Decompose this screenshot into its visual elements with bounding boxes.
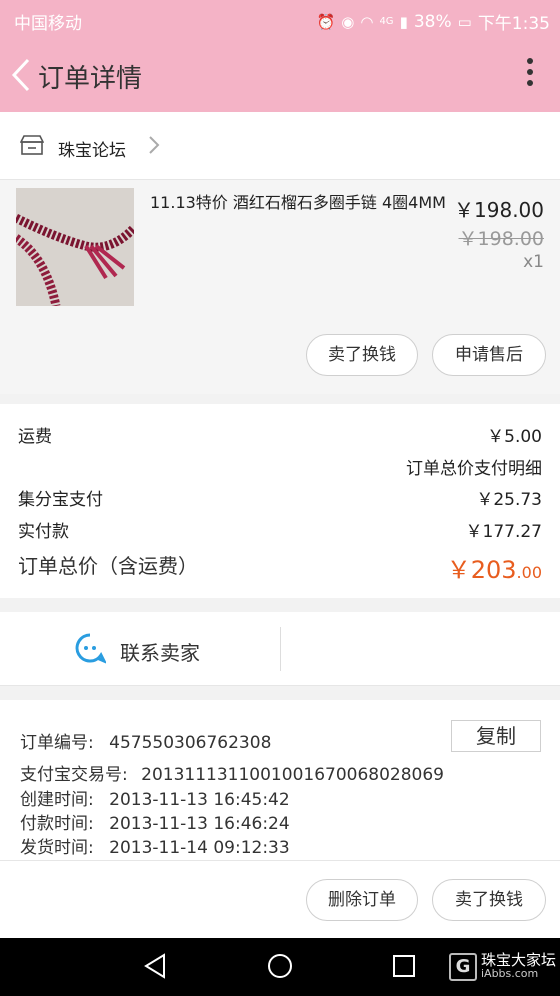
watermark-sub: iAbbs.com xyxy=(480,967,539,980)
alipay-label: 支付宝交易号: xyxy=(20,765,128,785)
alarm-icon: ⏰ xyxy=(316,12,336,31)
order-item[interactable]: 11.13特价 酒红石榴石多圈手链 4圈4MM ￥198.00 ￥198.00 … xyxy=(0,180,560,394)
original-price: ￥198.00 xyxy=(458,228,544,250)
status-bar: 中国移动 ⏰ ◉ ◠ 4G ▮ 38% ▭ 下午1:35 xyxy=(0,0,560,38)
payment-detail-link[interactable]: 订单总价支付明细 xyxy=(406,454,542,479)
network-type: 4G xyxy=(379,15,394,27)
alipay-number: 2013111311001001670068028069 xyxy=(141,765,444,785)
order-info: 订单编号: 457550306762308 复制 支付宝交易号: 2013111… xyxy=(0,700,560,860)
order-number-row: 订单编号: 457550306762308 xyxy=(20,728,271,753)
created-label: 创建时间: xyxy=(20,790,94,810)
more-button[interactable] xyxy=(526,58,534,92)
eye-icon: ◉ xyxy=(341,12,355,31)
resell-bottom-button[interactable]: 卖了换钱 xyxy=(432,879,546,921)
back-button[interactable] xyxy=(8,56,34,94)
total-label: 订单总价（含运费） xyxy=(18,554,198,578)
shipping-value: ￥5.00 xyxy=(487,427,542,447)
copy-button[interactable]: 复制 xyxy=(451,720,541,752)
total-value-cents: .00 xyxy=(516,563,542,582)
chevron-right-icon xyxy=(149,136,160,154)
created-time: 2013-11-13 16:45:42 xyxy=(109,790,290,810)
divider xyxy=(280,627,281,671)
shipped-time: 2013-11-14 09:12:33 xyxy=(109,838,290,858)
resell-button[interactable]: 卖了换钱 xyxy=(306,334,418,376)
product-title[interactable]: 11.13特价 酒红石榴石多圈手链 4圈4MM xyxy=(150,192,446,214)
product-quantity: x1 xyxy=(523,252,544,272)
price-summary: 运费 ￥5.00 订单总价支付明细 集分宝支付 ￥25.73 实付款 ￥177.… xyxy=(0,404,560,598)
shipped-row: 发货时间: 2013-11-14 09:12:33 xyxy=(20,833,290,858)
paid-value: ￥177.27 xyxy=(465,522,542,542)
bottom-actions: 删除订单 卖了换钱 xyxy=(0,860,560,938)
paid-time: 2013-11-13 16:46:24 xyxy=(109,814,290,834)
total-value: ￥203.00 xyxy=(447,550,542,585)
nav-home-icon[interactable] xyxy=(266,952,294,980)
more-vertical-icon xyxy=(527,58,533,64)
nav-recents-icon[interactable] xyxy=(392,952,416,980)
shop-name: 珠宝论坛 xyxy=(58,141,126,161)
product-price: ￥198.00 xyxy=(454,198,544,222)
product-image xyxy=(16,188,134,306)
contact-bar: 联系卖家 xyxy=(0,612,560,686)
status-icons: ⏰ ◉ ◠ 4G ▮ 38% ▭ 下午1:35 xyxy=(316,9,550,35)
delete-order-button[interactable]: 删除订单 xyxy=(306,879,418,921)
signal-icon: ▮ xyxy=(399,12,408,31)
shop-row[interactable]: 珠宝论坛 xyxy=(0,112,560,180)
watermark: G 珠宝大家坛 iAbbs.com xyxy=(448,951,556,982)
app-bar: 订单详情 xyxy=(0,38,560,112)
after-sale-button[interactable]: 申请售后 xyxy=(432,334,546,376)
store-icon xyxy=(20,135,44,155)
shipped-label: 发货时间: xyxy=(20,838,94,858)
contact-seller-button[interactable]: 联系卖家 xyxy=(120,637,200,666)
total-value-main: ￥203 xyxy=(446,556,517,584)
clock: 下午1:35 xyxy=(477,14,550,34)
watermark-logo: G xyxy=(448,953,477,981)
jifenbao-label: 集分宝支付 xyxy=(18,490,103,510)
paid-time-row: 付款时间: 2013-11-13 16:46:24 xyxy=(20,809,290,834)
shipping-label: 运费 xyxy=(18,427,52,447)
nav-back-icon[interactable] xyxy=(143,952,167,980)
paid-time-label: 付款时间: xyxy=(20,814,94,834)
carrier-name: 中国移动 xyxy=(14,14,82,34)
alipay-row: 支付宝交易号: 2013111311001001670068028069 xyxy=(20,760,444,785)
chat-bubble-icon xyxy=(75,633,106,664)
order-number: 457550306762308 xyxy=(109,733,272,753)
jifenbao-value: ￥25.73 xyxy=(476,490,542,510)
system-nav-bar: G 珠宝大家坛 iAbbs.com xyxy=(0,938,560,996)
page-title: 订单详情 xyxy=(38,64,143,94)
battery-icon: ▭ xyxy=(457,12,472,31)
wifi-icon: ◠ xyxy=(360,12,374,31)
battery-percent: 38% xyxy=(413,11,452,32)
paid-label: 实付款 xyxy=(18,522,69,542)
created-row: 创建时间: 2013-11-13 16:45:42 xyxy=(20,785,290,810)
order-number-label: 订单编号: xyxy=(20,733,94,753)
watermark-text: 珠宝大家坛 xyxy=(480,951,556,969)
chevron-left-icon xyxy=(11,58,30,92)
